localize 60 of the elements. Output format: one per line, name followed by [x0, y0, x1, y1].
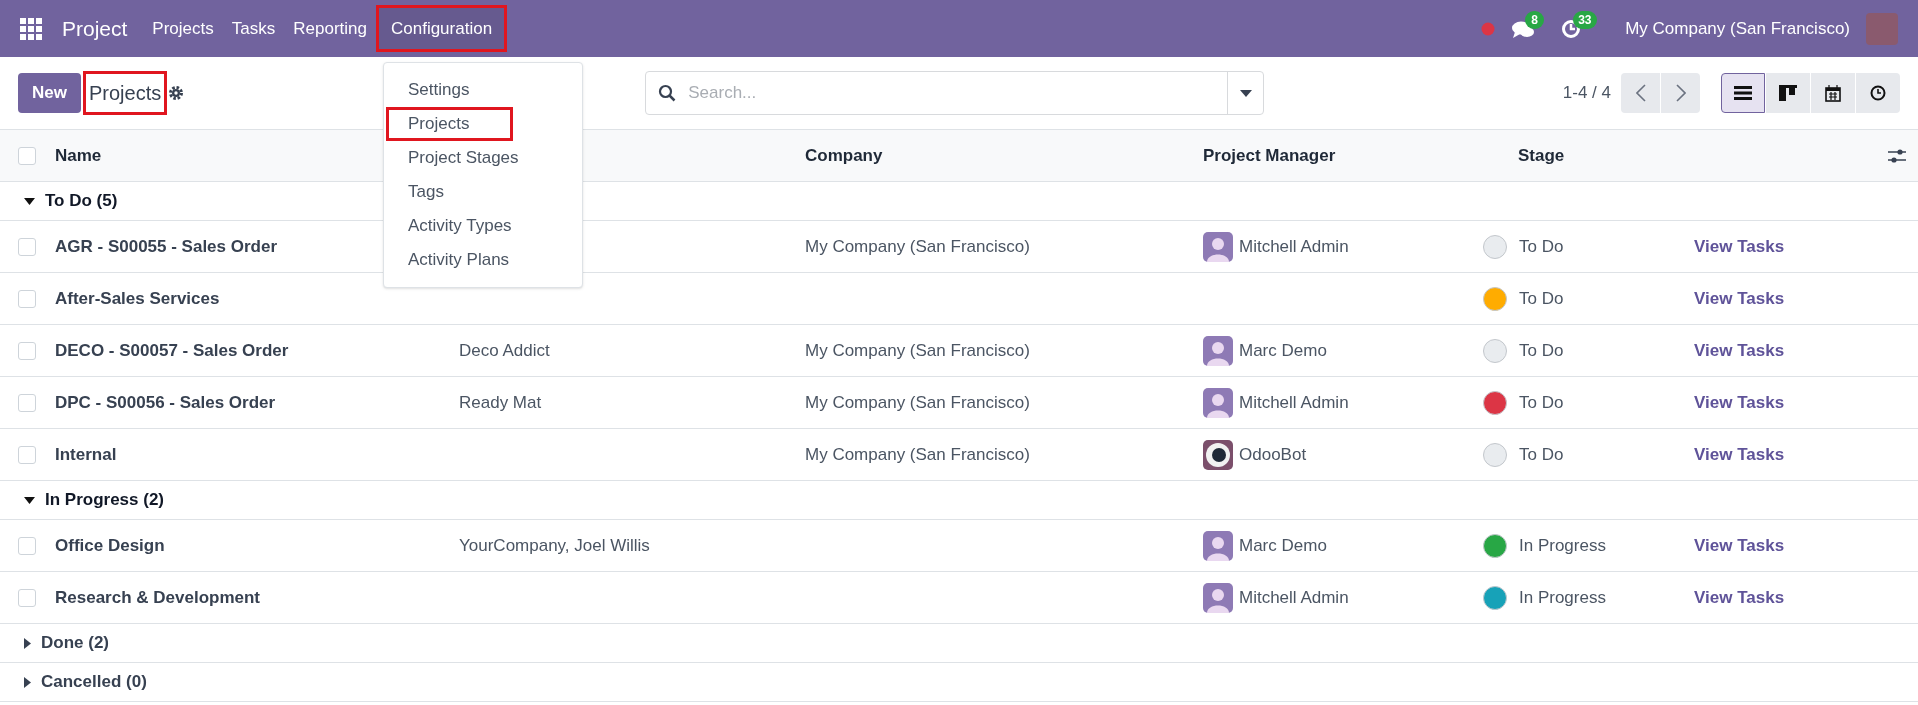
message-count-badge: 8: [1525, 10, 1544, 29]
customer-name: Deco Addict: [459, 339, 551, 362]
stage-label: To Do: [1519, 287, 1564, 310]
view-tasks-link[interactable]: View Tasks: [1694, 392, 1785, 412]
project-name: After-Sales Services: [55, 287, 221, 310]
dropdown-menu-item[interactable]: Tags: [384, 175, 582, 209]
manager-name: Mitchell Admin: [1239, 391, 1349, 414]
search-bar[interactable]: Search...: [645, 71, 1265, 115]
company-name: My Company (San Francisco): [805, 339, 1031, 362]
group-label[interactable]: In Progress (2): [45, 487, 165, 513]
project-name: AGR - S00055 - Sales Order: [55, 235, 279, 258]
nav-menu-item[interactable]: Reporting: [284, 5, 376, 52]
view-tasks-link[interactable]: View Tasks: [1694, 288, 1785, 308]
new-button[interactable]: New: [18, 73, 81, 113]
stage-label: To Do: [1519, 391, 1564, 414]
search-input[interactable]: Search...: [688, 72, 1228, 114]
pager-value: 1-4 / 4: [1562, 82, 1611, 105]
project-name: Office Design: [55, 534, 166, 557]
company-name: My Company (San Francisco): [805, 391, 1031, 414]
activity-count-badge: 33: [1573, 10, 1597, 29]
breadcrumb-title: Projects: [82, 71, 168, 115]
stage-label: To Do: [1519, 339, 1564, 362]
nav-menu-item[interactable]: Configuration: [375, 5, 508, 52]
stage-label: To Do: [1519, 443, 1564, 466]
company-switcher[interactable]: My Company (San Francisco): [1625, 15, 1850, 42]
view-tasks-link[interactable]: View Tasks: [1694, 587, 1785, 607]
stage-label: In Progress: [1519, 586, 1606, 609]
company-name: My Company (San Francisco): [805, 235, 1031, 258]
stage-label: To Do: [1519, 235, 1564, 258]
dropdown-menu-item[interactable]: Project Stages: [384, 141, 582, 175]
manager-name: Marc Demo: [1239, 534, 1327, 557]
manager-name: Mitchell Admin: [1239, 235, 1349, 258]
project-name: Internal: [55, 443, 118, 466]
customer-name: Ready Mat: [459, 391, 543, 414]
project-name: DPC - S00056 - Sales Order: [55, 391, 277, 414]
view-tasks-link[interactable]: View Tasks: [1694, 340, 1785, 360]
dropdown-menu-item[interactable]: Activity Types: [384, 209, 582, 243]
customer-name: YourCompany, Joel Willis: [459, 534, 651, 557]
manager-name: Marc Demo: [1239, 339, 1327, 362]
project-name: DECO - S00057 - Sales Order: [55, 339, 290, 362]
dropdown-menu-item[interactable]: Settings: [384, 73, 582, 107]
manager-name: OdooBot: [1239, 443, 1307, 466]
manager-name: Mitchell Admin: [1239, 586, 1349, 609]
nav-menu-item[interactable]: Projects: [143, 5, 223, 52]
dropdown-menu-item[interactable]: Projects: [386, 107, 513, 141]
app-name[interactable]: Project: [62, 12, 128, 45]
column-header[interactable]: Project Manager: [1203, 142, 1483, 169]
project-name: Research & Development: [55, 586, 262, 609]
column-header[interactable]: Company: [805, 142, 1203, 169]
dropdown-menu-item[interactable]: Activity Plans: [384, 243, 582, 277]
column-header[interactable]: Stage: [1518, 142, 1694, 169]
group-label[interactable]: To Do (5): [45, 188, 118, 214]
view-tasks-link[interactable]: View Tasks: [1694, 236, 1785, 256]
group-label[interactable]: Done (2): [41, 630, 109, 656]
nav-menu-item[interactable]: Tasks: [222, 5, 285, 52]
view-tasks-link[interactable]: View Tasks: [1694, 535, 1785, 555]
company-name: My Company (San Francisco): [805, 443, 1031, 466]
view-tasks-link[interactable]: View Tasks: [1694, 444, 1785, 464]
stage-label: In Progress: [1519, 534, 1606, 557]
group-label[interactable]: Cancelled (0): [41, 669, 147, 695]
